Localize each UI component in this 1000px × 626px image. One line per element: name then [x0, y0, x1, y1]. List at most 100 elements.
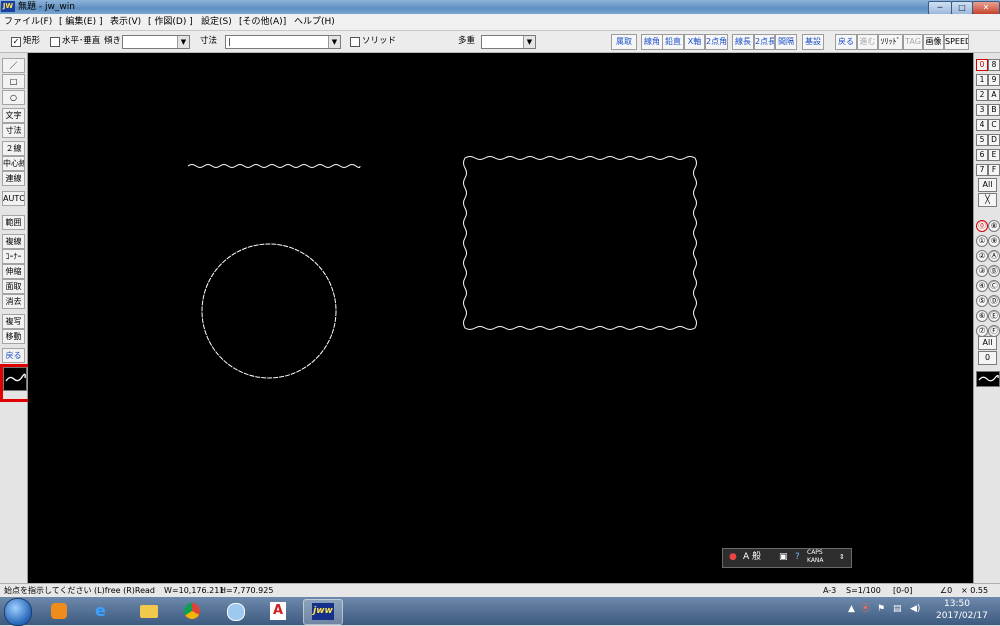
layer-group-9-button[interactable]: 9 [988, 74, 1000, 86]
layer-group-8-button[interactable]: 8 [988, 59, 1000, 71]
ime-mode[interactable]: A 般 [743, 551, 761, 564]
close-button[interactable]: ✕ [972, 1, 1000, 15]
layer-6-button[interactable]: ⑥ [976, 310, 988, 322]
layer-4-button[interactable]: ④ [976, 280, 988, 292]
antivirus-tray-icon[interactable]: ⦿ [861, 602, 870, 616]
layer-group-e-button[interactable]: E [988, 149, 1000, 161]
move-tool-button[interactable]: 移動 [2, 329, 25, 344]
status-zoom[interactable]: × 0.55 [961, 585, 988, 597]
tag-button[interactable]: TAG [903, 34, 923, 50]
ime-help-icon[interactable]: ? [795, 551, 800, 564]
layer-group-2-button[interactable]: 2 [976, 89, 988, 101]
menu-other[interactable]: [その他(A)] [239, 16, 286, 28]
layer-group-7-button[interactable]: 7 [976, 164, 988, 176]
layer-all-button[interactable]: All [978, 336, 997, 350]
chevron-down-icon[interactable]: ▼ [328, 36, 340, 48]
layer-3-button[interactable]: ③ [976, 265, 988, 277]
x-axis-button[interactable]: X軸 [684, 34, 705, 50]
dimension-combo[interactable]: | ▼ [225, 35, 341, 49]
layer-1-button[interactable]: ① [976, 235, 988, 247]
line-angle-button[interactable]: 線角 [641, 34, 663, 50]
status-layer[interactable]: [0-0] [893, 585, 912, 597]
solid-button[interactable]: ｿﾘｯﾄﾞ [878, 34, 903, 50]
range-tool-button[interactable]: 範囲 [2, 215, 25, 230]
layer-2-button[interactable]: ② [976, 250, 988, 262]
jw-win-taskbar-icon[interactable]: jww [303, 599, 343, 625]
layer-group-6-button[interactable]: 6 [976, 149, 988, 161]
image-button[interactable]: 画像 [923, 34, 944, 50]
dimension-tool-button[interactable]: 寸法 [2, 123, 25, 138]
ime-tools-icon[interactable]: ▣ [779, 551, 788, 564]
ime-pin-icon[interactable]: ● [729, 551, 737, 564]
menu-help[interactable]: ヘルプ(H) [294, 16, 335, 28]
layer-group-1-button[interactable]: 1 [976, 74, 988, 86]
chrome-taskbar-icon[interactable] [173, 599, 211, 623]
drawing-canvas[interactable]: ● A 般 ▣ ? CAPS KANA ⇕ [28, 53, 973, 583]
layer-group-d-button[interactable]: D [988, 134, 1000, 146]
network-tray-icon[interactable]: ▤ [893, 602, 902, 616]
layer-group-0-button[interactable]: 0 [976, 59, 988, 71]
status-paper-size[interactable]: A-3 [823, 585, 836, 597]
start-button[interactable] [4, 598, 32, 626]
layer-9-button[interactable]: ⑨ [988, 235, 1000, 247]
interval-button[interactable]: 間隔 [775, 34, 797, 50]
wavy-line-shape[interactable] [187, 164, 361, 168]
line-tool-button[interactable]: ／ [2, 58, 25, 73]
clock-date[interactable]: 2017/02/17 [936, 611, 988, 621]
wavy-rectangle-shape[interactable] [463, 156, 697, 330]
double-line-tool-button[interactable]: ２線 [2, 141, 25, 156]
menu-file[interactable]: ファイル(F) [4, 16, 52, 28]
rectangle-tool-button[interactable]: □ [2, 74, 25, 89]
text-tool-button[interactable]: 文字 [2, 108, 25, 123]
center-line-tool-button[interactable]: 中心線 [2, 156, 25, 171]
layer-group-5-button[interactable]: 5 [976, 134, 988, 146]
multiplex-combo[interactable]: ▼ [481, 35, 536, 49]
layer-group-b-button[interactable]: B [988, 104, 1000, 116]
internet-explorer-taskbar-icon[interactable]: e [85, 599, 123, 623]
base-setting-button[interactable]: 基設 [802, 34, 824, 50]
stretch-tool-button[interactable]: 伸縮 [2, 264, 25, 279]
action-center-flag-icon[interactable]: ⚑ [877, 602, 885, 616]
attribute-pick-button[interactable]: 属取 [611, 34, 637, 50]
show-hidden-icons[interactable]: ▲ [848, 602, 855, 616]
layer-group-4-button[interactable]: 4 [976, 119, 988, 131]
pinwheel-app-taskbar-icon[interactable] [216, 599, 254, 623]
layer-group-f-button[interactable]: F [988, 164, 1000, 176]
clock-time[interactable]: 13:50 [944, 599, 970, 609]
line-type-indicator[interactable] [976, 371, 1000, 387]
undo-tool-button[interactable]: 戻る [2, 348, 25, 363]
chamfer-tool-button[interactable]: 面取 [2, 279, 25, 294]
layer-group-cross-button[interactable]: ╳ [978, 193, 997, 207]
minimize-button[interactable]: ─ [928, 1, 952, 15]
layer-group-3-button[interactable]: 3 [976, 104, 988, 116]
layer-a-button[interactable]: Ⓐ [988, 250, 1000, 262]
menu-edit[interactable]: [ 編集(E) ] [59, 16, 102, 28]
layer-8-button[interactable]: ⑧ [988, 220, 1000, 232]
line-length-button[interactable]: 線長 [732, 34, 754, 50]
menu-draw[interactable]: [ 作図(D) ] [148, 16, 193, 28]
drawing-svg[interactable] [28, 53, 973, 583]
menu-settings[interactable]: 設定(S) [201, 16, 232, 28]
layer-5-button[interactable]: ⑤ [976, 295, 988, 307]
undo-button[interactable]: 戻る [835, 34, 857, 50]
layer-e-button[interactable]: Ⓔ [988, 310, 1000, 322]
erase-tool-button[interactable]: 消去 [2, 294, 25, 309]
chevron-down-icon[interactable]: ▼ [523, 36, 535, 48]
media-player-taskbar-icon[interactable] [40, 599, 78, 623]
two-point-length-button[interactable]: 2点長 [754, 34, 775, 50]
layer-d-button[interactable]: Ⓓ [988, 295, 1000, 307]
corner-tool-button[interactable]: ｺｰﾅｰ [2, 249, 25, 264]
solid-checkbox[interactable] [350, 37, 360, 47]
layer-c-button[interactable]: Ⓒ [988, 280, 1000, 292]
ime-options-icon[interactable]: ⇕ [839, 551, 845, 564]
file-explorer-taskbar-icon[interactable] [130, 599, 168, 623]
layer-zero-button[interactable]: 0 [978, 351, 997, 365]
auto-tool-button[interactable]: AUTO [2, 191, 25, 206]
layer-0-button[interactable]: ⓪ [976, 220, 988, 232]
speed-button[interactable]: SPEED [944, 34, 969, 50]
circle-tool-button[interactable]: ○ [2, 90, 25, 105]
status-scale[interactable]: S=1/100 [846, 585, 881, 597]
volume-tray-icon[interactable]: ◀) [910, 602, 920, 616]
maximize-button[interactable]: □ [951, 1, 973, 15]
two-point-angle-button[interactable]: 2点角 [705, 34, 728, 50]
